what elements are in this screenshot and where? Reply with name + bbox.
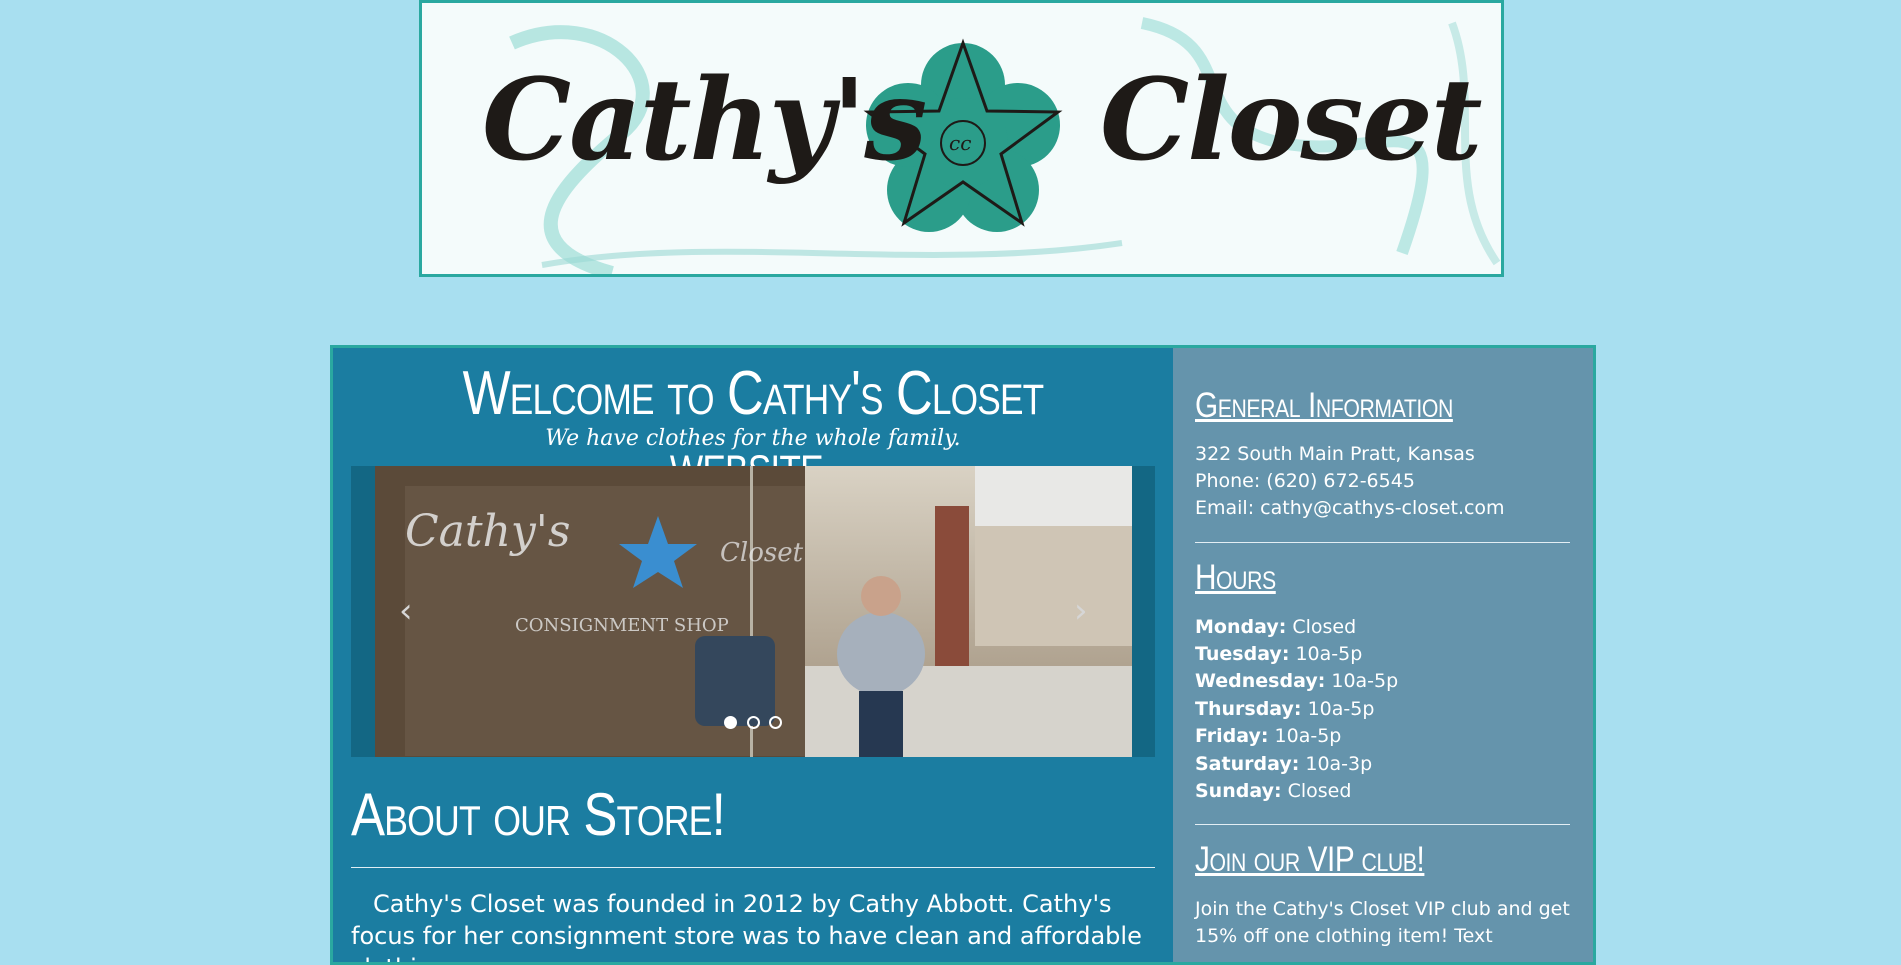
svg-text:Cathy's: Cathy's xyxy=(405,506,570,557)
site-logo-banner[interactable]: cc Cathy's Closet xyxy=(419,0,1504,277)
email-text: Email: cathy@cathys-closet.com xyxy=(1195,497,1505,519)
chevron-right-icon: › xyxy=(1074,591,1088,631)
carousel-dot[interactable] xyxy=(724,716,738,729)
about-divider xyxy=(351,867,1155,868)
about-heading: About our Store! xyxy=(351,781,726,848)
carousel-dot[interactable] xyxy=(768,716,782,729)
vip-text-line: 15% off one clothing item! Text xyxy=(1195,925,1493,947)
hours-row-tuesday: Tuesday: 10a-5p xyxy=(1195,643,1363,665)
sidebar-divider xyxy=(1195,824,1570,825)
svg-text:cc: cc xyxy=(949,131,971,155)
carousel-dot[interactable] xyxy=(746,716,760,729)
hours-heading: Hours xyxy=(1195,558,1276,597)
vip-text-line: Join the Cathy's Closet VIP club and get xyxy=(1195,898,1570,920)
svg-text:Closet: Closet xyxy=(720,538,804,568)
carousel-indicators xyxy=(351,714,1155,733)
logo-text-right: Closet xyxy=(1100,55,1482,186)
image-carousel[interactable]: Cathy's Closet CONSIGNMENT SHOP ‹ › xyxy=(351,466,1155,757)
sidebar: General Information 322 South Main Pratt… xyxy=(1173,348,1593,962)
address-text: 322 South Main Pratt, Kansas xyxy=(1195,443,1475,465)
welcome-tagline: We have clothes for the whole family. xyxy=(545,426,961,451)
hours-row-monday: Monday: Closed xyxy=(1195,616,1357,638)
vip-club-heading: Join our VIP club! xyxy=(1195,840,1425,879)
hours-row-saturday: Saturday: 10a-3p xyxy=(1195,753,1373,775)
carousel-next-button[interactable]: › xyxy=(1074,591,1088,631)
about-text: Cathy's Closet was founded in 2012 by Ca… xyxy=(351,890,1142,962)
hours-row-sunday: Sunday: Closed xyxy=(1195,780,1352,802)
carousel-prev-button[interactable]: ‹ xyxy=(399,591,413,631)
hours-row-friday: Friday: 10a-5p xyxy=(1195,725,1342,747)
chevron-left-icon: ‹ xyxy=(399,591,413,631)
content-column: Welcome to Cathy's Closet website. We ha… xyxy=(333,348,1173,962)
hours-row-thursday: Thursday: 10a-5p xyxy=(1195,698,1375,720)
main-content: Welcome to Cathy's Closet website. We ha… xyxy=(330,345,1596,965)
sidebar-divider xyxy=(1195,542,1570,543)
phone-text: Phone: (620) 672-6545 xyxy=(1195,470,1415,492)
logo-text-left: Cathy's xyxy=(482,55,927,186)
svg-text:CONSIGNMENT SHOP: CONSIGNMENT SHOP xyxy=(515,615,729,636)
general-info-heading: General Information xyxy=(1195,386,1453,425)
hours-row-wednesday: Wednesday: 10a-5p xyxy=(1195,670,1399,692)
